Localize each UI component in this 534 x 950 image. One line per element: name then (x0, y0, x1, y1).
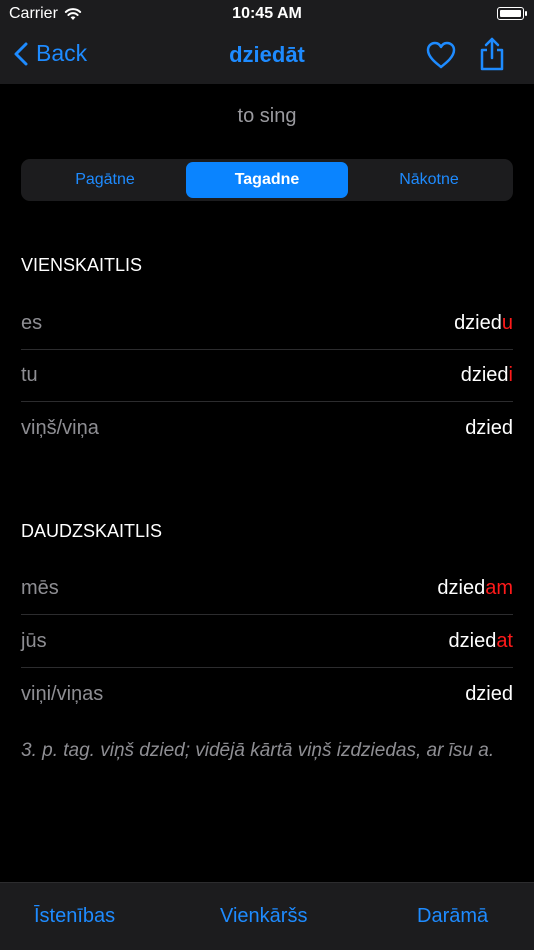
heart-icon (426, 41, 456, 69)
aspect-button[interactable]: Vienkāršs (220, 905, 307, 928)
verb-form: dzied (465, 683, 513, 706)
conjugation-row: mēs dziedam (21, 562, 513, 615)
verb-ending: am (485, 576, 513, 599)
verb-form: dziedi (461, 364, 513, 387)
bottom-toolbar: Īstenības Vienkāršs Darāmā (0, 882, 534, 950)
section-header-plural: DAUDZSKAITLIS (21, 521, 163, 541)
status-bar: Carrier 10:45 AM (0, 0, 534, 28)
verb-ending: at (496, 629, 513, 652)
share-button[interactable] (478, 36, 506, 77)
tense-segment-present[interactable]: Tagadne (186, 162, 348, 198)
usage-note: 3. p. tag. viņš dzied; vidējā kārtā viņš… (21, 740, 495, 761)
tense-segment-future[interactable]: Nākotne (348, 162, 510, 198)
verb-stem: dzied (465, 416, 513, 439)
conjugation-row: viņi/viņas dzied (21, 668, 513, 720)
tense-segment-past[interactable]: Pagātne (24, 162, 186, 198)
pronoun-label: tu (21, 363, 38, 386)
verb-stem: dzied (460, 363, 509, 386)
conjugation-row: tu dziedi (21, 349, 513, 402)
battery-icon (497, 7, 527, 20)
translation-text: to sing (237, 105, 297, 127)
verb-form: dziedam (437, 577, 513, 600)
conjugation-row: viņš/viņa dzied (21, 402, 513, 454)
verb-ending: i (508, 363, 513, 386)
verb-stem: dzied (437, 576, 486, 599)
pronoun-label: viņi/viņas (21, 682, 104, 705)
status-time: 10:45 AM (232, 5, 302, 22)
conjugation-row: jūs dziedat (21, 615, 513, 668)
verb-form: dziedu (454, 312, 513, 335)
pronoun-label: jūs (21, 629, 47, 652)
navigation-bar: Back dziedāt (0, 28, 534, 84)
section-header-singular: VIENSKAITLIS (21, 255, 143, 275)
share-icon (480, 37, 504, 71)
tense-segmented-control: Pagātne Tagadne Nākotne (21, 159, 513, 201)
mood-button[interactable]: Īstenības (34, 905, 115, 928)
verb-form: dzied (465, 417, 513, 440)
verb-stem: dzied (465, 682, 513, 705)
favorite-button[interactable] (425, 40, 457, 75)
pronoun-label: es (21, 311, 43, 334)
verb-stem: dzied (448, 629, 497, 652)
verb-ending: u (501, 311, 513, 334)
pronoun-label: mēs (21, 576, 59, 599)
conjugation-row: es dziedu (21, 297, 513, 350)
pronoun-label: viņš/viņa (21, 416, 99, 439)
verb-form: dziedat (449, 630, 514, 653)
verb-stem: dzied (454, 311, 502, 334)
voice-button[interactable]: Darāmā (417, 905, 488, 928)
